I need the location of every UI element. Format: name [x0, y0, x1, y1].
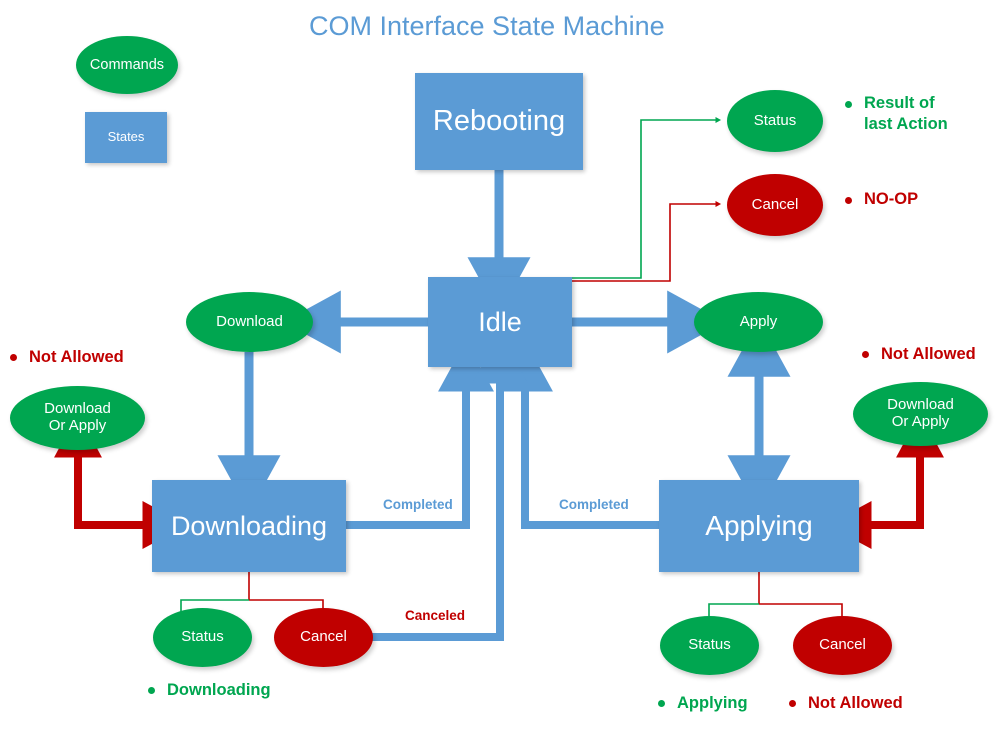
- edge-applying-not-allowed-right: [826, 412, 944, 549]
- state-rebooting-label: Rebooting: [432, 105, 566, 138]
- note-right-not-allowed: Not Allowed: [881, 345, 976, 363]
- note-applying-cancel: Not Allowed: [808, 694, 903, 712]
- command-download-label: Download: [216, 312, 283, 330]
- state-applying-label: Applying: [705, 510, 813, 542]
- note-idle-status: Result of last Action: [864, 94, 948, 133]
- command-status-downloading-label: Status: [181, 628, 224, 646]
- state-applying[interactable]: Applying: [659, 480, 859, 572]
- bullet-downloading-status: [148, 687, 155, 694]
- legend-states-box: States: [85, 112, 167, 163]
- bullet-left-not-allowed: [10, 354, 17, 361]
- note-applying-status: Applying: [677, 694, 748, 712]
- bullet-right-not-allowed: [862, 351, 869, 358]
- state-downloading[interactable]: Downloading: [152, 480, 346, 572]
- edge-downloading-not-allowed-left: [54, 412, 188, 549]
- diagram-canvas: COM Interface State Machine Commands Sta…: [0, 0, 1007, 734]
- command-cancel-downloading[interactable]: Cancel: [274, 608, 373, 667]
- command-download-or-apply-right[interactable]: Download Or Apply: [853, 382, 988, 446]
- state-idle[interactable]: Idle: [428, 277, 572, 367]
- command-download[interactable]: Download: [186, 292, 313, 352]
- edge-idle-to-cancel: [572, 201, 722, 282]
- command-cancel-downloading-label: Cancel: [300, 628, 347, 646]
- command-status-idle[interactable]: Status: [727, 90, 823, 152]
- command-cancel-idle-label: Cancel: [751, 195, 799, 213]
- legend-commands-ellipse: Commands: [76, 36, 178, 94]
- note-downloading-status: Downloading: [167, 681, 271, 699]
- bullet-idle-cancel: [845, 197, 852, 204]
- note-left-not-allowed: Not Allowed: [29, 348, 124, 366]
- command-apply[interactable]: Apply: [694, 292, 823, 352]
- note-idle-cancel: NO-OP: [864, 190, 919, 208]
- command-status-idle-label: Status: [753, 111, 797, 129]
- edge-applying-to-status-cancel: [706, 572, 845, 626]
- state-downloading-label: Downloading: [170, 510, 328, 541]
- command-cancel-applying-label: Cancel: [819, 636, 866, 654]
- command-apply-label: Apply: [739, 312, 778, 330]
- legend-commands-label: Commands: [89, 56, 165, 73]
- command-download-or-apply-left[interactable]: Download Or Apply: [10, 386, 145, 450]
- state-rebooting[interactable]: Rebooting: [415, 73, 583, 170]
- legend-states-label: States: [107, 129, 145, 145]
- command-status-downloading[interactable]: Status: [153, 608, 252, 667]
- edge-label-completed-download: Completed: [383, 497, 453, 512]
- command-status-applying-label: Status: [688, 636, 731, 654]
- command-cancel-applying[interactable]: Cancel: [793, 616, 892, 675]
- state-idle-label: Idle: [478, 306, 522, 337]
- edge-label-completed-apply: Completed: [559, 497, 629, 512]
- bullet-applying-cancel: [789, 700, 796, 707]
- command-download-or-apply-right-label: Download Or Apply: [887, 396, 954, 430]
- edge-idle-to-status: [572, 117, 722, 279]
- bullet-applying-status: [658, 700, 665, 707]
- edge-label-canceled: Canceled: [405, 608, 466, 623]
- bullet-idle-status: [845, 101, 852, 108]
- command-download-or-apply-left-label: Download Or Apply: [44, 400, 111, 434]
- command-cancel-idle[interactable]: Cancel: [727, 174, 823, 236]
- page-title: COM Interface State Machine: [309, 11, 665, 41]
- command-status-applying[interactable]: Status: [660, 616, 759, 675]
